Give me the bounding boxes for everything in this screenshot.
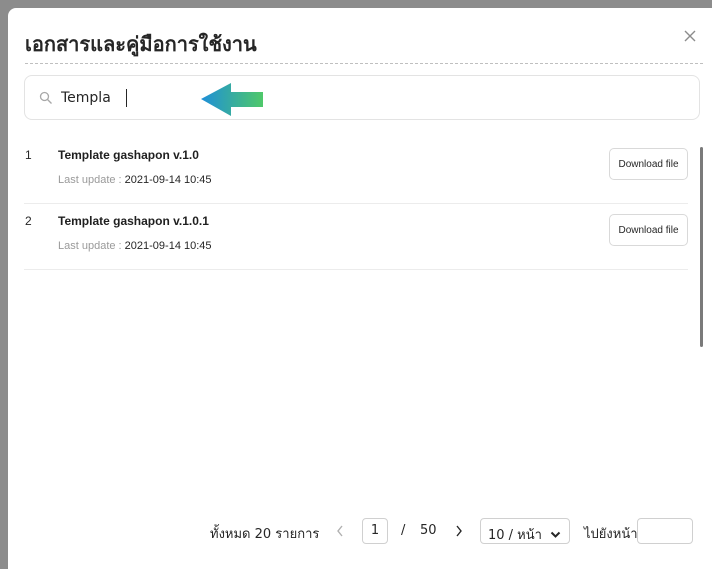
download-file-button[interactable]: Download file: [609, 148, 688, 180]
close-icon[interactable]: [682, 28, 698, 44]
document-name: Template gashapon v.1.0.1: [58, 214, 209, 228]
documents-modal: เอกสารและคู่มือการใช้งาน Templa 1 Templa…: [8, 8, 712, 569]
search-box[interactable]: [24, 75, 700, 120]
page-size-value: 10 / หน้า: [488, 528, 542, 543]
total-pages: 50: [420, 523, 437, 538]
goto-page-input[interactable]: [637, 518, 693, 544]
text-caret: [126, 89, 127, 107]
goto-page-label: ไปยังหน้า: [584, 527, 638, 542]
last-update-label: Last update :: [58, 240, 122, 252]
pointer-arrow-icon: [201, 80, 263, 120]
chevron-left-icon[interactable]: [335, 524, 345, 538]
title-divider: [25, 63, 703, 64]
chevron-right-icon[interactable]: [454, 524, 464, 538]
scrollbar[interactable]: [700, 147, 703, 347]
last-update-date: 2021-09-14 10:45: [124, 174, 212, 186]
page-size-select[interactable]: 10 / หน้า: [480, 518, 570, 544]
pagination: ทั้งหมด 20 รายการ 1 / 50 10 / หน้า ไปยัง…: [8, 518, 712, 546]
document-list: 1 Template gashapon v.1.0 Last update : …: [24, 138, 688, 270]
search-icon: [39, 91, 53, 105]
list-item: 2 Template gashapon v.1.0.1 Last update …: [24, 204, 688, 270]
chevron-down-icon: [550, 528, 561, 538]
download-file-button[interactable]: Download file: [609, 214, 688, 246]
list-item: 1 Template gashapon v.1.0 Last update : …: [24, 138, 688, 204]
row-index: 2: [25, 214, 32, 228]
last-update: Last update : 2021-09-14 10:45: [58, 240, 212, 252]
last-update: Last update : 2021-09-14 10:45: [58, 174, 212, 186]
document-name: Template gashapon v.1.0: [58, 148, 199, 162]
modal-title: เอกสารและคู่มือการใช้งาน: [25, 32, 257, 56]
last-update-label: Last update :: [58, 174, 122, 186]
last-update-date: 2021-09-14 10:45: [124, 240, 212, 252]
row-index: 1: [25, 148, 32, 162]
total-count: ทั้งหมด 20 รายการ: [210, 527, 320, 542]
page-separator: /: [401, 523, 406, 538]
current-page-input[interactable]: 1: [362, 518, 388, 544]
